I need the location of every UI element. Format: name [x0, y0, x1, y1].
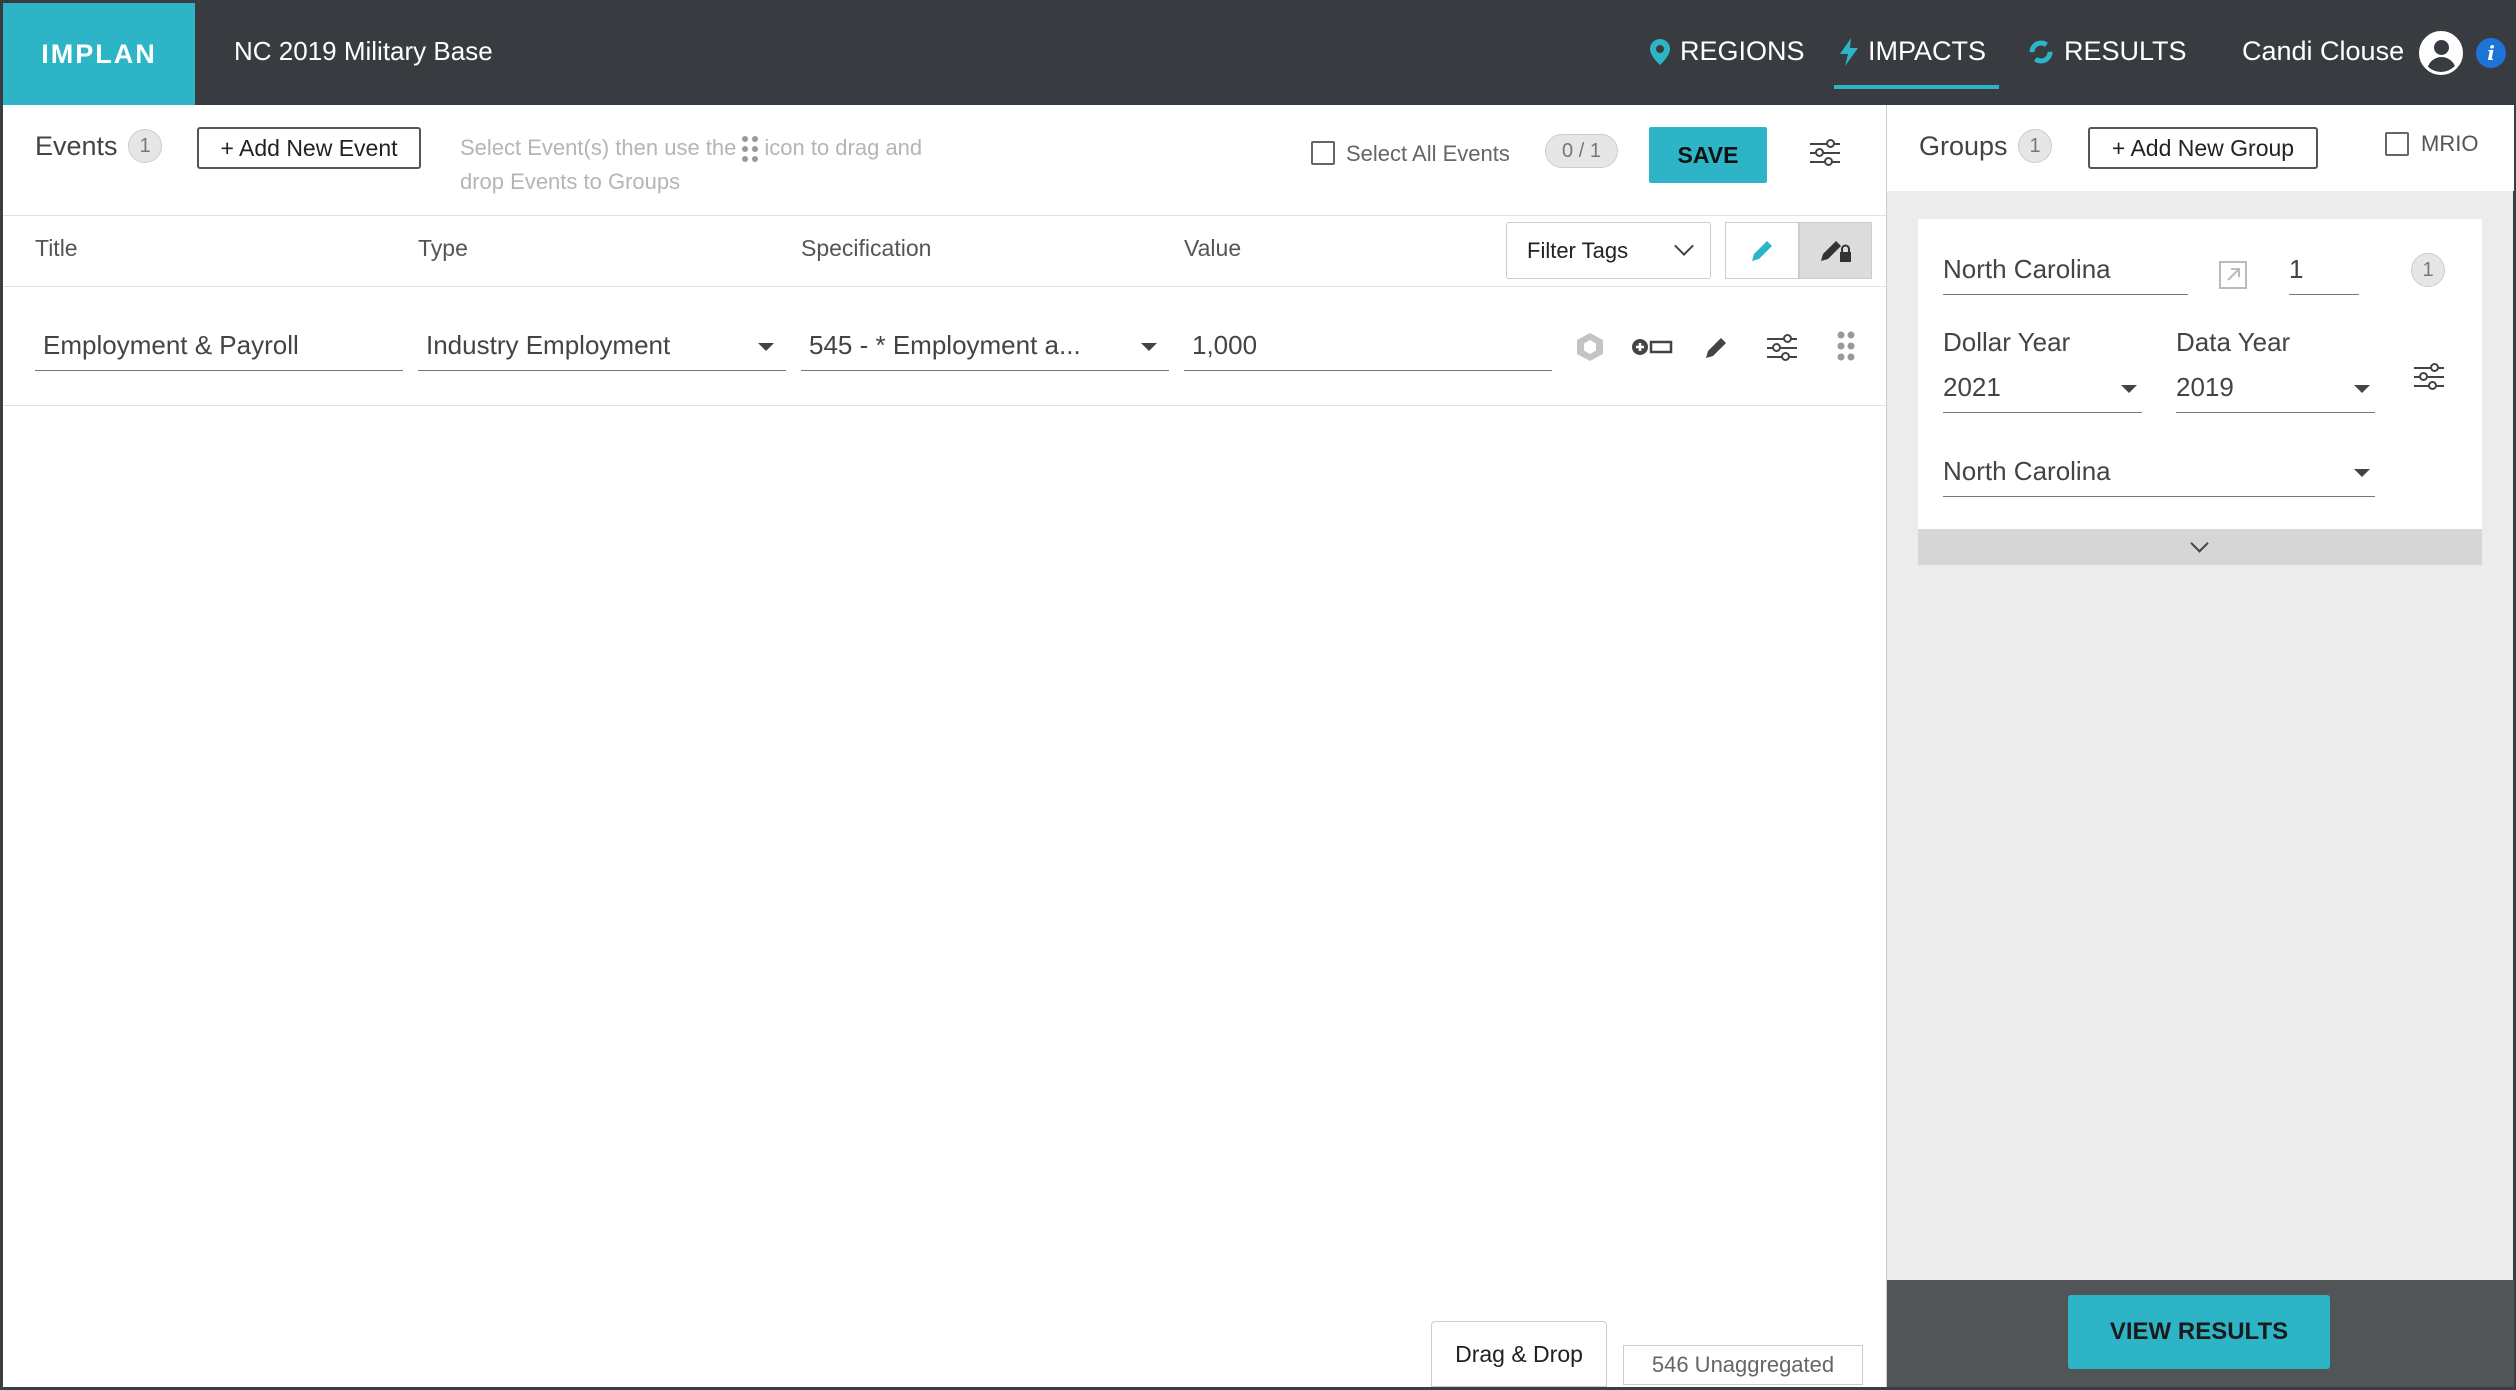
implan-logo[interactable]: IMPLAN: [3, 3, 195, 105]
group-name-input[interactable]: North Carolina: [1943, 245, 2188, 295]
mrio-checkbox[interactable]: [2385, 132, 2409, 156]
refresh-cycle-icon: [2029, 40, 2053, 63]
column-specification: Specification: [801, 235, 932, 261]
hint-part1: Select Event(s) then use the: [460, 135, 737, 160]
caret-down-icon: [2354, 385, 2370, 393]
user-name[interactable]: Candi Clouse: [2242, 36, 2404, 67]
drag-and-drop-button[interactable]: Drag & Drop: [1431, 1321, 1607, 1387]
nav-impacts[interactable]: IMPACTS: [1840, 36, 1986, 67]
mrio-label: MRIO: [2421, 131, 2479, 156]
pencil-lock-icon: [1820, 240, 1851, 262]
data-year-value: 2019: [2176, 372, 2234, 402]
tag-add-icon[interactable]: [1631, 337, 1673, 357]
event-type-select[interactable]: Industry Employment: [418, 321, 786, 371]
unaggregated-count: 546 Unaggregated: [1623, 1345, 1863, 1385]
save-button[interactable]: SAVE: [1649, 127, 1767, 183]
groups-heading: Groups: [1919, 131, 2008, 161]
caret-down-icon: [1141, 343, 1157, 351]
column-title: Title: [35, 235, 78, 261]
group-scaling-input[interactable]: 1: [2289, 245, 2359, 295]
drag-handle-icon[interactable]: [1837, 331, 1855, 361]
dollar-year-select[interactable]: 2021: [1943, 363, 2142, 413]
caret-down-icon: [2121, 385, 2137, 393]
project-title: NC 2019 Military Base: [234, 36, 493, 66]
select-all-checkbox[interactable]: [1311, 141, 1335, 165]
user-avatar-icon[interactable]: [2419, 31, 2463, 75]
groups-count-badge: 1: [2018, 129, 2052, 163]
group-region-value: North Carolina: [1943, 456, 2111, 486]
group-region-select[interactable]: North Carolina: [1943, 447, 2375, 497]
event-settings-sliders-icon[interactable]: [1810, 139, 1840, 167]
add-new-group-button[interactable]: + Add New Group: [2088, 127, 2318, 169]
events-count-badge: 1: [128, 129, 162, 163]
group-card-expand-bar[interactable]: [1918, 529, 2482, 565]
nav-active-indicator: [1834, 85, 1999, 89]
caret-down-icon: [758, 343, 774, 351]
row-divider: [3, 405, 1886, 406]
group-card: North Carolina 1 1 Dollar Year 2021 Data…: [1918, 219, 2482, 529]
event-row-sliders-icon[interactable]: [1767, 334, 1797, 362]
caret-down-icon: [2354, 469, 2370, 477]
dollar-year-value: 2021: [1943, 372, 2001, 402]
select-all-label: Select All Events: [1346, 141, 1510, 166]
lightning-icon: [1840, 37, 1858, 66]
nav-regions-label: REGIONS: [1680, 36, 1805, 66]
hexagon-icon[interactable]: [1575, 331, 1605, 363]
data-year-select[interactable]: 2019: [2176, 363, 2375, 413]
group-settings-sliders-icon[interactable]: [2414, 363, 2444, 391]
data-year-label: Data Year: [2176, 327, 2291, 357]
event-title-input[interactable]: Employment & Payroll: [35, 321, 403, 371]
dollar-year-label: Dollar Year: [1943, 327, 2071, 357]
add-new-event-button[interactable]: + Add New Event: [197, 127, 421, 169]
edit-event-pencil-icon[interactable]: [1703, 333, 1731, 361]
event-specification-select[interactable]: 545 - * Employment a...: [801, 321, 1169, 371]
event-type-value: Industry Employment: [426, 330, 671, 360]
top-navigation-bar: IMPLAN NC 2019 Military Base REGIONS IMP…: [0, 0, 2516, 105]
column-type: Type: [418, 235, 468, 261]
drag-handle-icon: [742, 136, 759, 163]
groups-panel: Groups 1 + Add New Group MRIO North Caro…: [1886, 105, 2514, 1387]
event-specification-value: 545 - * Employment a...: [809, 330, 1081, 360]
locked-edit-button[interactable]: [1799, 222, 1872, 279]
selected-count-badge: 0 / 1: [1545, 134, 1618, 168]
filter-tags-dropdown[interactable]: Filter Tags: [1506, 222, 1711, 279]
events-panel: Events 1 + Add New Event Select Event(s)…: [3, 105, 1886, 1387]
chevron-down-icon: [2190, 534, 2209, 553]
columns-divider: [3, 286, 1886, 287]
nav-results-label: RESULTS: [2064, 36, 2187, 66]
drag-hint-text: Select Event(s) then use the icon to drag…: [460, 131, 930, 199]
edit-mode-button[interactable]: [1725, 222, 1799, 279]
event-value-input[interactable]: 1,000: [1184, 321, 1552, 371]
filter-tags-label: Filter Tags: [1527, 237, 1629, 263]
nav-regions[interactable]: REGIONS: [1650, 36, 1805, 67]
chevron-down-icon: [1674, 236, 1694, 256]
events-heading: Events: [35, 131, 118, 161]
header-divider: [3, 215, 1886, 216]
expand-arrow-icon[interactable]: [2217, 259, 2249, 291]
nav-impacts-label: IMPACTS: [1868, 36, 1987, 66]
pencil-icon: [1752, 240, 1772, 261]
info-icon[interactable]: i: [2476, 38, 2506, 68]
column-value: Value: [1184, 235, 1242, 261]
groups-header: Groups 1 + Add New Group MRIO: [1887, 105, 2514, 191]
nav-results[interactable]: RESULTS: [2028, 36, 2187, 67]
view-results-button[interactable]: VIEW RESULTS: [2068, 1295, 2330, 1369]
group-event-count-badge: 1: [2411, 253, 2445, 287]
map-pin-icon: [1650, 38, 1670, 65]
